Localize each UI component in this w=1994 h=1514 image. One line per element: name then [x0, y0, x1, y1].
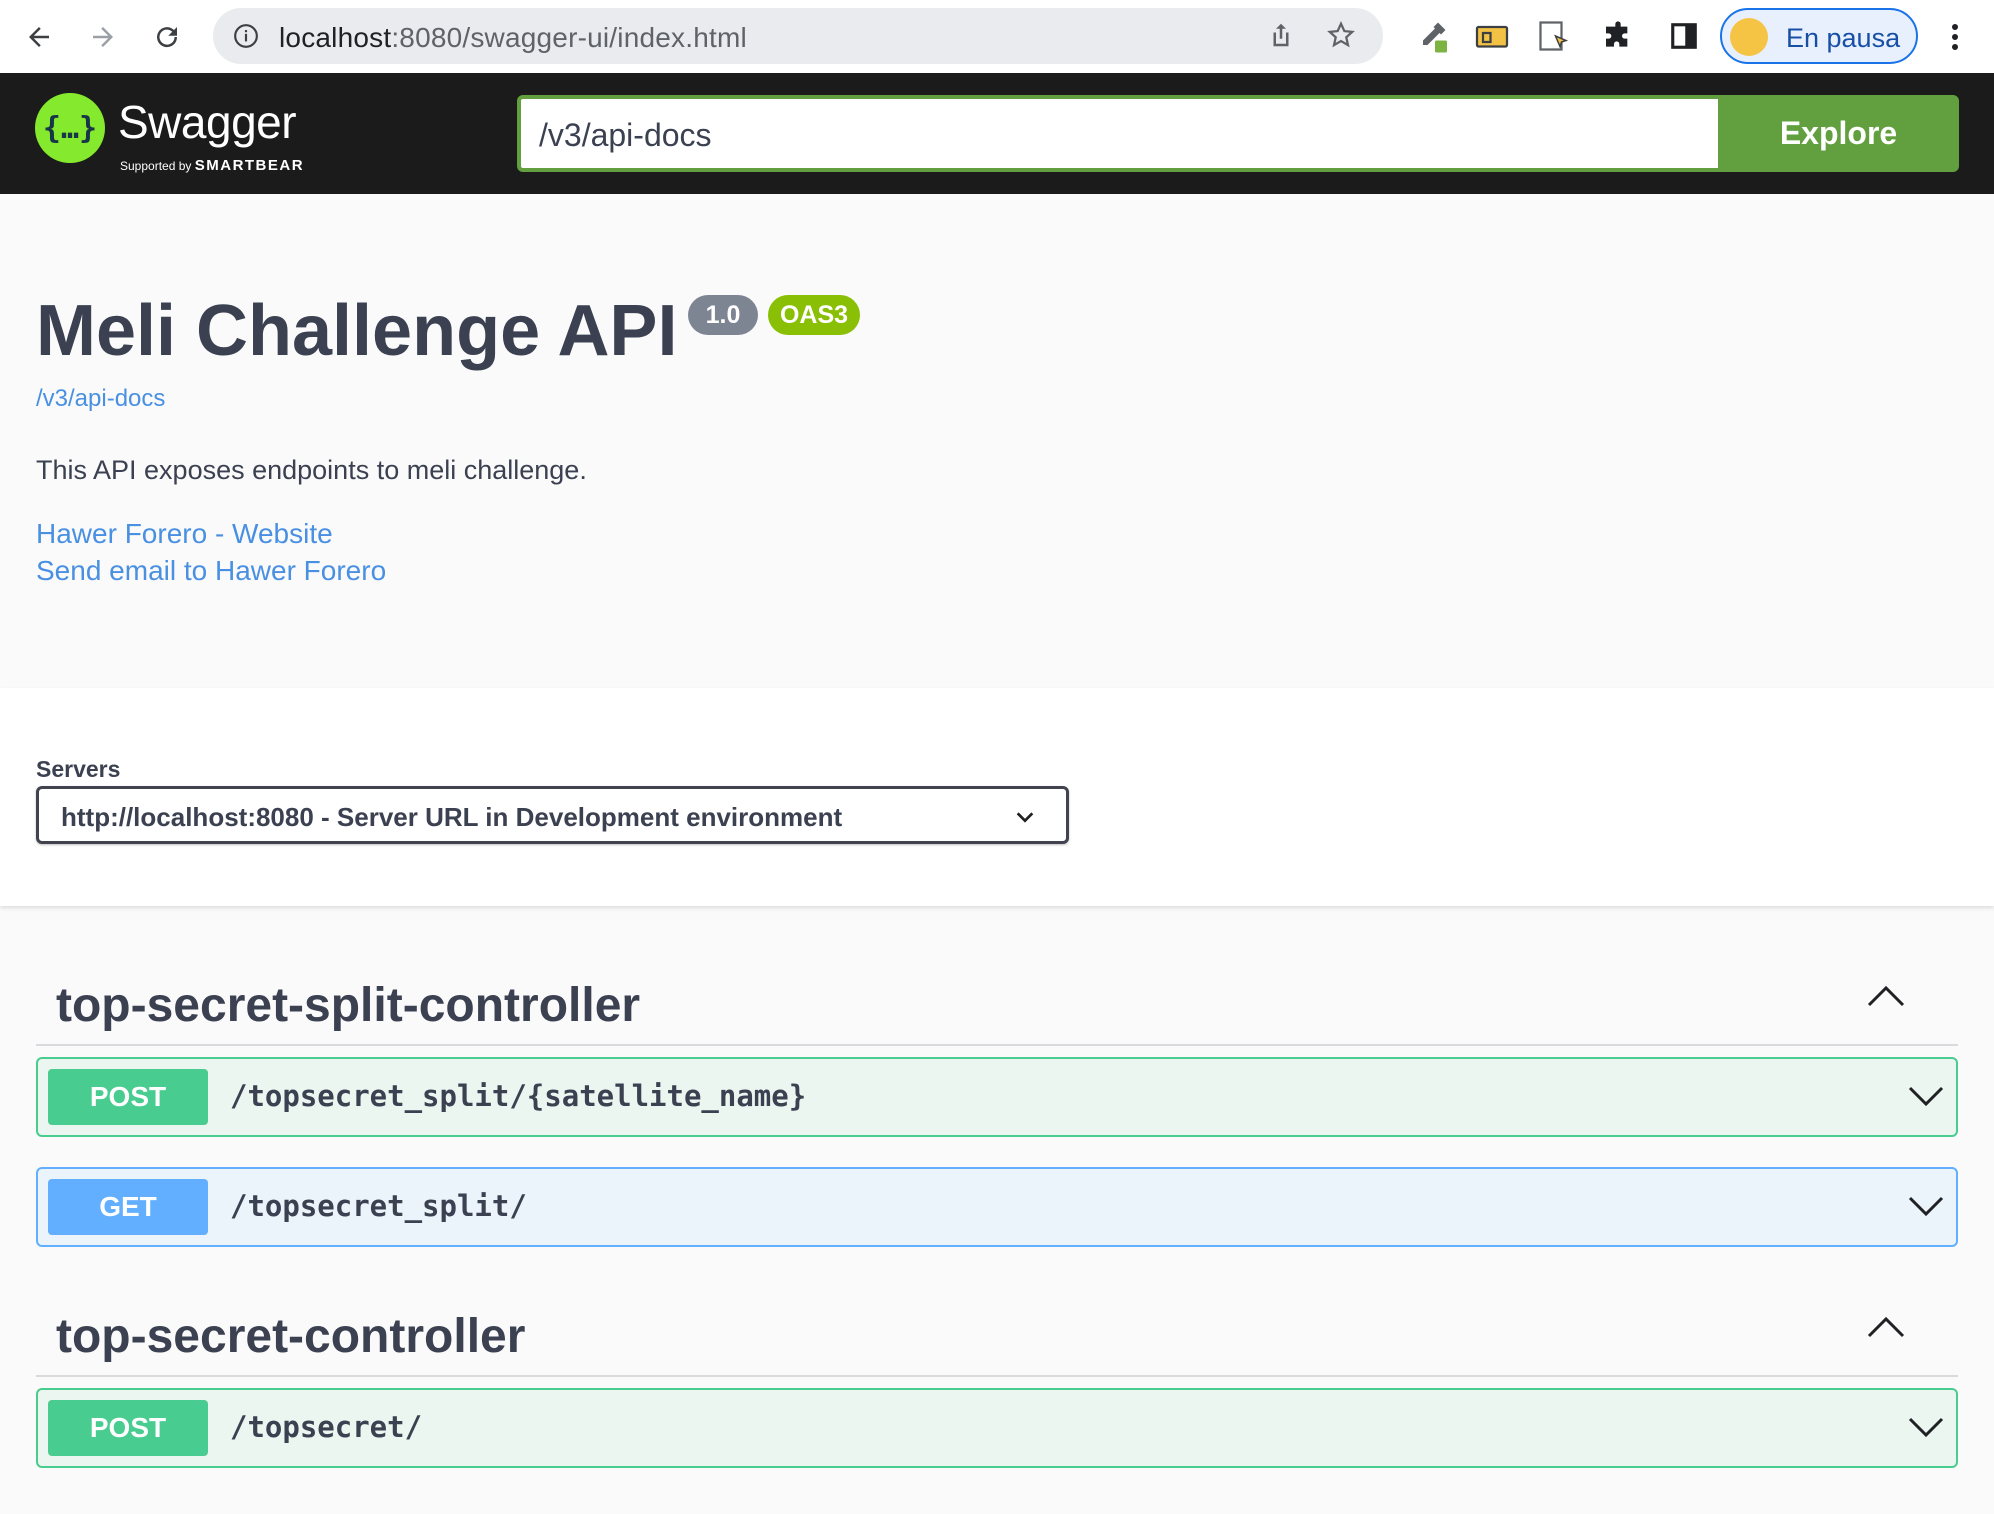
operation-path: /topsecret_split/{satellite_name}	[230, 1079, 807, 1113]
tag-name: top-secret-split-controller	[56, 979, 641, 1032]
forward-arrow-icon[interactable]	[82, 16, 124, 58]
tag-top-secret-controller[interactable]: top-secret-controller	[36, 1279, 1958, 1377]
more-vertical-icon[interactable]	[1940, 16, 1970, 58]
method-badge: GET	[48, 1179, 208, 1235]
method-badge: POST	[48, 1069, 208, 1125]
operation-post-topsecret-split[interactable]: POST /topsecret_split/{satellite_name}	[36, 1057, 1958, 1137]
chevron-up-icon[interactable]	[1866, 1315, 1906, 1344]
swagger-logo-icon[interactable]: {…}	[35, 93, 105, 163]
operation-post-topsecret[interactable]: POST /topsecret/	[36, 1388, 1958, 1468]
tag-name: top-secret-controller	[56, 1310, 526, 1363]
back-arrow-icon[interactable]	[18, 16, 60, 58]
share-icon[interactable]	[1266, 20, 1296, 55]
chevron-down-icon[interactable]	[1908, 1194, 1944, 1223]
operation-path: /topsecret_split/	[230, 1189, 527, 1223]
api-title: Meli Challenge API	[36, 291, 678, 371]
chevron-down-icon[interactable]	[1908, 1415, 1944, 1444]
chevron-up-icon[interactable]	[1866, 984, 1906, 1013]
avatar	[1730, 18, 1768, 56]
swagger-logo-text[interactable]: Swagger	[118, 95, 297, 149]
chevron-down-icon[interactable]	[1908, 1084, 1944, 1113]
method-badge: POST	[48, 1400, 208, 1456]
servers-select[interactable]: http://localhost:8080 - Server URL in De…	[36, 786, 1069, 844]
servers-section: Servers http://localhost:8080 - Server U…	[0, 688, 1994, 906]
servers-label: Servers	[36, 756, 121, 782]
page-cursor-extension-icon[interactable]	[1534, 16, 1574, 56]
side-panel-icon[interactable]	[1664, 16, 1704, 56]
eyedropper-extension-icon[interactable]	[1412, 16, 1452, 56]
swagger-topbar: {…} Swagger Supported by SMARTBEAR /v3/a…	[0, 73, 1994, 194]
tag-top-secret-split-controller[interactable]: top-secret-split-controller	[36, 948, 1958, 1046]
website-link[interactable]: Hawer Forero - Website	[36, 518, 333, 550]
operation-get-topsecret-split[interactable]: GET /topsecret_split/	[36, 1167, 1958, 1247]
api-description: This API exposes endpoints to meli chall…	[36, 455, 587, 485]
extensions-puzzle-icon[interactable]	[1598, 16, 1638, 56]
site-info-icon[interactable]	[233, 23, 259, 54]
spec-url-input[interactable]: /v3/api-docs	[517, 95, 1718, 172]
browser-toolbar: localhost:8080/swagger-ui/index.html En …	[0, 0, 1994, 73]
address-url[interactable]: localhost:8080/swagger-ui/index.html	[279, 22, 747, 54]
address-bar[interactable]: localhost:8080/swagger-ui/index.html	[213, 8, 1383, 64]
spec-link[interactable]: /v3/api-docs	[36, 385, 165, 413]
profile-button[interactable]: En pausa	[1720, 8, 1918, 64]
reload-icon[interactable]	[146, 16, 188, 58]
profile-label: En pausa	[1786, 23, 1901, 53]
explore-button[interactable]: Explore	[1718, 95, 1959, 172]
smartbear-tagline: Supported by SMARTBEAR	[120, 157, 305, 174]
operation-path: /topsecret/	[230, 1410, 423, 1444]
folder-extension-icon[interactable]	[1472, 16, 1512, 56]
oas-badge: OAS3	[768, 295, 860, 335]
bookmark-star-icon[interactable]	[1326, 20, 1356, 55]
servers-selected-value: http://localhost:8080 - Server URL in De…	[61, 802, 843, 832]
version-badge: 1.0	[688, 295, 758, 335]
chevron-down-icon	[1014, 806, 1036, 833]
email-link[interactable]: Send email to Hawer Forero	[36, 555, 386, 587]
